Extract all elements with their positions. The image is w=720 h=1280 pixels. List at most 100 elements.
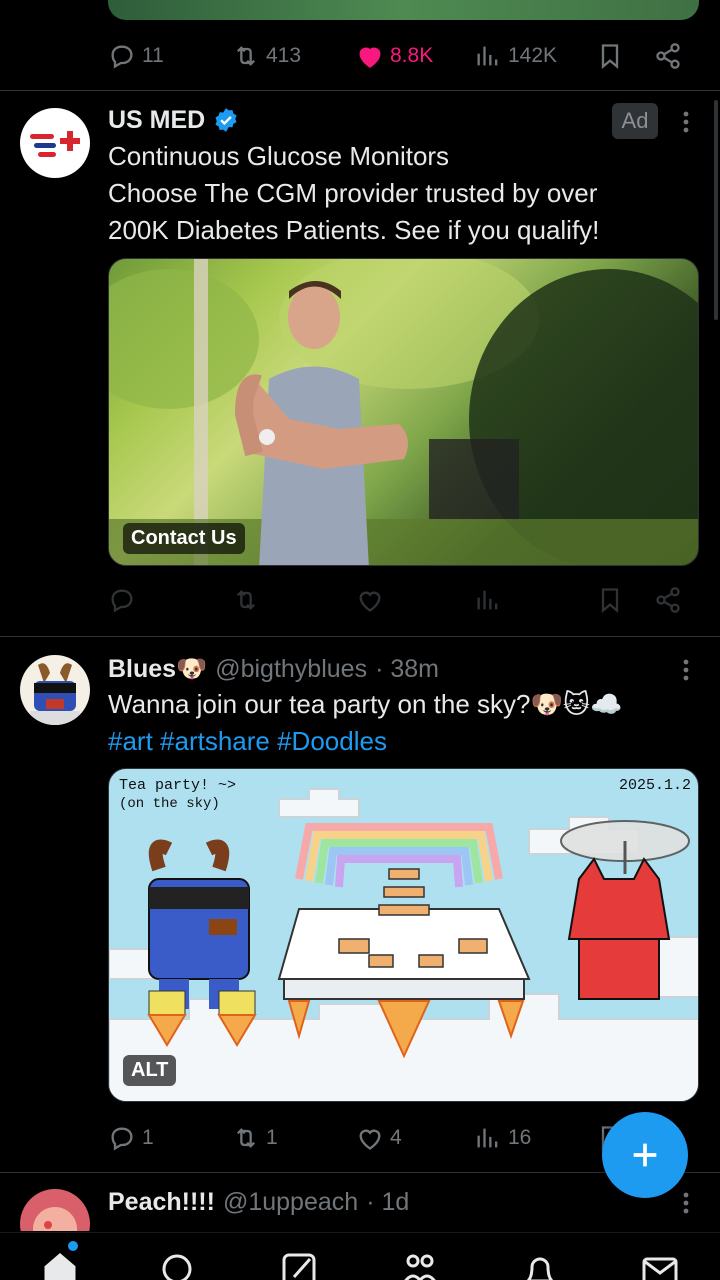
peach-header: Peach!!!! @1uppeach · 1d — [108, 1185, 409, 1219]
like-button[interactable]: 8.8K — [356, 42, 433, 70]
bookmark-button[interactable] — [596, 42, 624, 70]
peach-author-name[interactable]: Peach!!!! — [108, 1188, 215, 1217]
reply-button[interactable]: 11 — [108, 42, 164, 70]
communities-icon — [404, 1254, 436, 1280]
nav-messages[interactable] — [640, 1247, 680, 1280]
views-button[interactable] — [474, 586, 502, 614]
repost-count: 413 — [266, 44, 302, 67]
alt-label: ALT — [131, 1059, 169, 1081]
divider — [0, 636, 720, 637]
scrollbar-thumb[interactable] — [714, 100, 718, 320]
ad-text-line: 200K Diabetes Patients. See if you quali… — [108, 215, 600, 245]
share-icon — [656, 587, 680, 613]
share-button[interactable] — [654, 42, 682, 70]
repost-button[interactable] — [232, 586, 260, 614]
grok-icon — [282, 1253, 316, 1280]
reply-icon — [111, 1127, 133, 1151]
ad-actions — [108, 580, 688, 620]
bookmark-button[interactable] — [596, 586, 624, 614]
messages-icon — [642, 1257, 678, 1280]
nav-home[interactable] — [40, 1247, 80, 1280]
bookmark-icon — [601, 44, 619, 69]
views-count: 16 — [508, 1126, 532, 1149]
views-button[interactable]: 142K — [474, 42, 557, 70]
reply-button[interactable]: 1 — [108, 1124, 154, 1152]
blues-actions: 1 1 4 16 — [108, 1118, 688, 1158]
contact-us-button[interactable]: Contact Us — [123, 523, 245, 554]
divider — [0, 90, 720, 91]
more-icon[interactable] — [676, 1189, 696, 1219]
nav-communities[interactable] — [400, 1247, 440, 1280]
reply-count: 11 — [142, 44, 164, 67]
views-count: 142K — [508, 44, 558, 67]
alt-badge[interactable]: ALT — [123, 1055, 177, 1086]
cta-label: Contact Us — [131, 527, 237, 549]
nav-search[interactable] — [157, 1247, 197, 1280]
share-button[interactable] — [654, 586, 682, 614]
us-med-logo — [30, 131, 80, 157]
post-text: Wanna join our tea party on the sky?🐶🐱☁️ — [108, 689, 623, 719]
svg-text:(on the sky): (on the sky) — [119, 796, 220, 812]
peach-post-time: · 1d — [366, 1187, 410, 1216]
share-icon — [656, 43, 680, 69]
ad-label: Ad — [621, 108, 649, 133]
hashtags-link[interactable]: #art #artshare #Doodles — [108, 723, 708, 760]
ad-image[interactable]: Contact Us — [108, 258, 699, 566]
ad-author-name[interactable]: US MED — [108, 106, 205, 135]
repost-icon — [237, 590, 255, 610]
views-icon — [477, 590, 498, 610]
tea-party-drawing: Tea party! ~> (on the sky) 2025.1.2 — [109, 777, 698, 1101]
views-icon — [477, 46, 498, 66]
heart-icon — [359, 591, 381, 612]
ad-text: Continuous Glucose Monitors Choose The C… — [108, 138, 708, 249]
repost-count: 1 — [266, 1126, 278, 1149]
compose-button[interactable] — [602, 1112, 688, 1198]
ad-header: US MED — [108, 104, 239, 136]
nav-notifications[interactable] — [520, 1247, 560, 1280]
ad-badge: Ad — [612, 103, 658, 139]
drawing-caption-left: Tea party! ~> — [119, 777, 236, 794]
peach-avatar[interactable] — [20, 1189, 90, 1231]
more-icon[interactable] — [676, 656, 696, 686]
reply-count: 1 — [142, 1126, 154, 1149]
repost-icon — [237, 1128, 255, 1148]
nav-grok[interactable] — [280, 1247, 320, 1280]
reply-icon — [111, 589, 133, 613]
more-icon[interactable] — [676, 108, 696, 138]
prev-post-media[interactable] — [108, 0, 699, 20]
peach-avatar-illustration — [33, 1207, 77, 1231]
like-button[interactable] — [356, 586, 384, 614]
blues-avatar-illustration — [30, 663, 80, 725]
views-icon — [477, 1128, 498, 1148]
heart-icon — [359, 47, 381, 68]
repost-icon — [237, 46, 255, 66]
reply-button[interactable] — [108, 586, 136, 614]
peach-author-handle[interactable]: @1uppeach — [223, 1188, 358, 1217]
blues-image[interactable]: Tea party! ~> (on the sky) 2025.1.2 ALT — [108, 768, 699, 1102]
heart-icon — [359, 1129, 381, 1150]
blues-author-handle[interactable]: @bigthyblues — [215, 655, 367, 684]
like-count: 8.8K — [390, 44, 434, 67]
repost-button[interactable]: 1 — [232, 1124, 278, 1152]
blues-author-name[interactable]: Blues🐶 — [108, 655, 207, 684]
blues-avatar[interactable] — [20, 655, 90, 725]
home-notification-dot — [68, 1241, 78, 1251]
like-button[interactable]: 4 — [356, 1124, 402, 1152]
repost-button[interactable]: 413 — [232, 42, 301, 70]
like-count: 4 — [390, 1126, 402, 1149]
blues-header: Blues🐶 @bigthyblues · 38m — [108, 652, 439, 686]
search-icon — [162, 1254, 192, 1280]
ad-text-line: Choose The CGM provider trusted by over — [108, 178, 598, 208]
ad-text-line: Continuous Glucose Monitors — [108, 141, 450, 171]
bookmark-icon — [601, 588, 619, 613]
us-med-avatar[interactable] — [20, 108, 90, 178]
reply-icon — [111, 45, 133, 69]
svg-text:2025.1.2: 2025.1.2 — [619, 777, 691, 794]
bottom-nav — [0, 1232, 720, 1280]
compose-icon — [633, 1143, 657, 1167]
notifications-icon — [526, 1257, 554, 1280]
views-button[interactable]: 16 — [474, 1124, 531, 1152]
home-icon — [44, 1253, 76, 1280]
verified-icon — [215, 108, 237, 132]
blues-text: Wanna join our tea party on the sky?🐶🐱☁️… — [108, 686, 708, 760]
